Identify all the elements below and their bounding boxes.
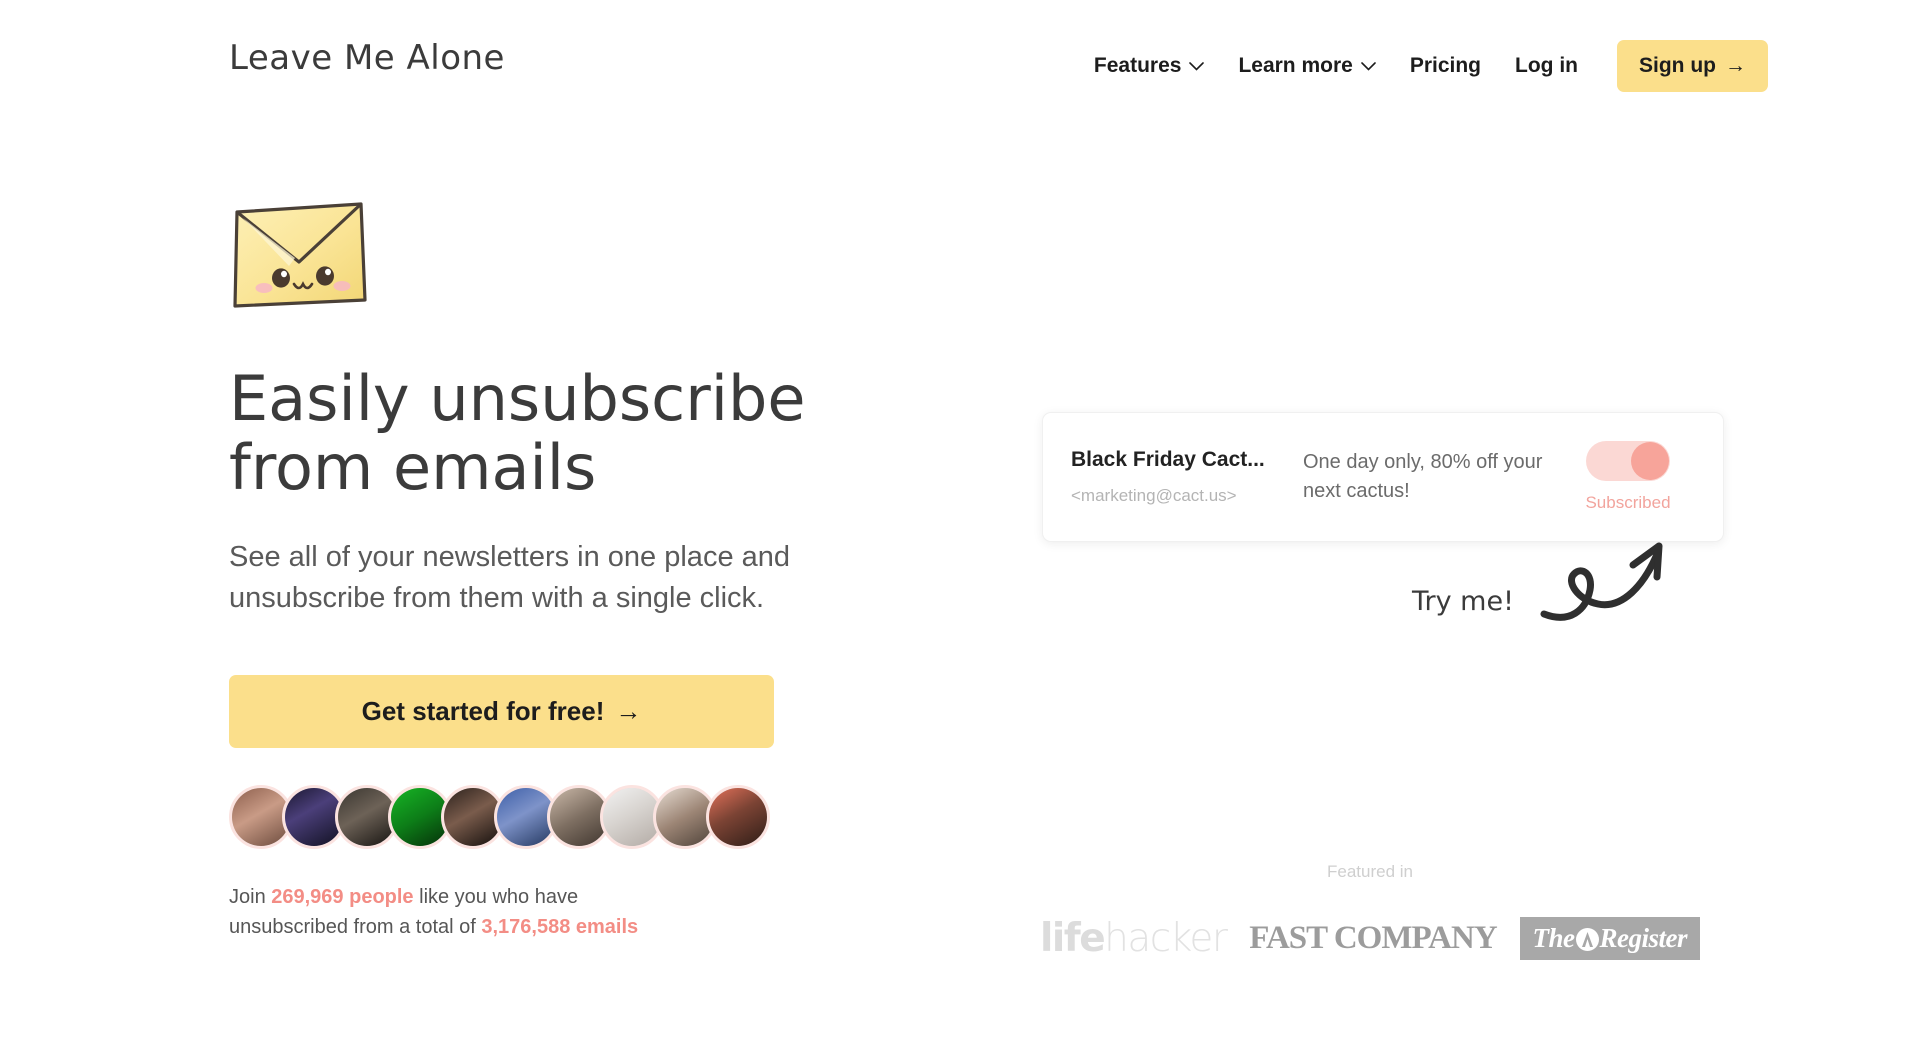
hero-subheadline: See all of your newsletters in one place… [229,540,791,615]
nav-item-learn-more[interactable]: Learn more [1221,44,1392,88]
envelope-mascot-icon [229,196,369,314]
cta-label: Get started for free! [361,696,605,727]
fast-company-logo: FAST COMPANY [1249,920,1497,956]
lifehacker-logo: lifehacker [1040,916,1228,961]
stats-prefix: Join [229,886,272,909]
chevron-down-icon [1361,61,1376,71]
subscription-toggle[interactable] [1586,441,1670,481]
get-started-button[interactable]: Get started for free! → [229,675,774,749]
nav-item-log-in[interactable]: Log in [1498,44,1595,88]
press-logo-row: lifehacker FAST COMPANY The Register [1020,916,1720,961]
avatar [706,785,770,850]
headline-line-2: from emails [229,431,597,505]
subscription-toggle-group: Subscribed [1573,441,1683,513]
top-navigation-bar: Leave Me Alone Features Learn more Prici… [0,0,1926,112]
register-prefix: The [1532,923,1576,953]
page-title: Easily unsubscribe from emails [229,364,989,503]
social-proof-stats: Join 269,969 people like you who have un… [229,882,699,942]
email-sender-address: <marketing@cact.us> [1071,486,1237,505]
sign-up-button[interactable]: Sign up → [1617,40,1768,92]
brand-logo[interactable]: Leave Me Alone [229,38,505,78]
headline-line-1: Easily unsubscribe [229,362,806,435]
try-me-label: Try me! [1412,586,1514,617]
curly-arrow-icon [1540,530,1670,640]
nav-links: Features Learn more Pricing Log in Sign … [1077,40,1768,92]
hero-left-column: Easily unsubscribe from emails See all o… [229,196,989,942]
the-register-logo: The Register [1519,917,1700,960]
email-sender-name: Black Friday Cact... [1071,448,1265,471]
emails-count: 3,176,588 emails [481,916,639,939]
email-preview-text: One day only, 80% off your next cactus! [1303,451,1543,502]
user-avatar-group [229,782,989,852]
lifehacker-bold: life [1040,916,1106,961]
arrow-right-icon: → [615,696,642,727]
register-suffix: Register [1599,923,1688,953]
sign-up-label: Sign up [1639,54,1716,77]
nav-item-pricing[interactable]: Pricing [1393,44,1498,88]
nav-item-label: Log in [1515,54,1578,77]
nav-item-features[interactable]: Features [1077,44,1222,88]
people-count: 269,969 people [271,886,414,909]
featured-in-section: Featured in lifehacker FAST COMPANY The R… [1020,862,1720,961]
lifehacker-light: hacker [1104,916,1228,961]
email-demo-card[interactable]: Black Friday Cact... <marketing@cact.us>… [1042,412,1724,542]
chevron-down-icon [1189,61,1205,71]
featured-in-label: Featured in [1327,862,1413,881]
toggle-knob [1631,442,1669,480]
email-sender-block: Black Friday Cact... <marketing@cact.us> [1071,448,1303,506]
register-a-icon [1575,927,1600,952]
nav-item-label: Learn more [1238,54,1353,77]
landing-page: Leave Me Alone Features Learn more Prici… [0,0,1926,1054]
status-badge: Subscribed [1585,493,1671,512]
nav-item-label: Features [1093,54,1182,77]
arrow-right-icon: → [1725,54,1746,77]
nav-item-label: Pricing [1409,54,1482,77]
